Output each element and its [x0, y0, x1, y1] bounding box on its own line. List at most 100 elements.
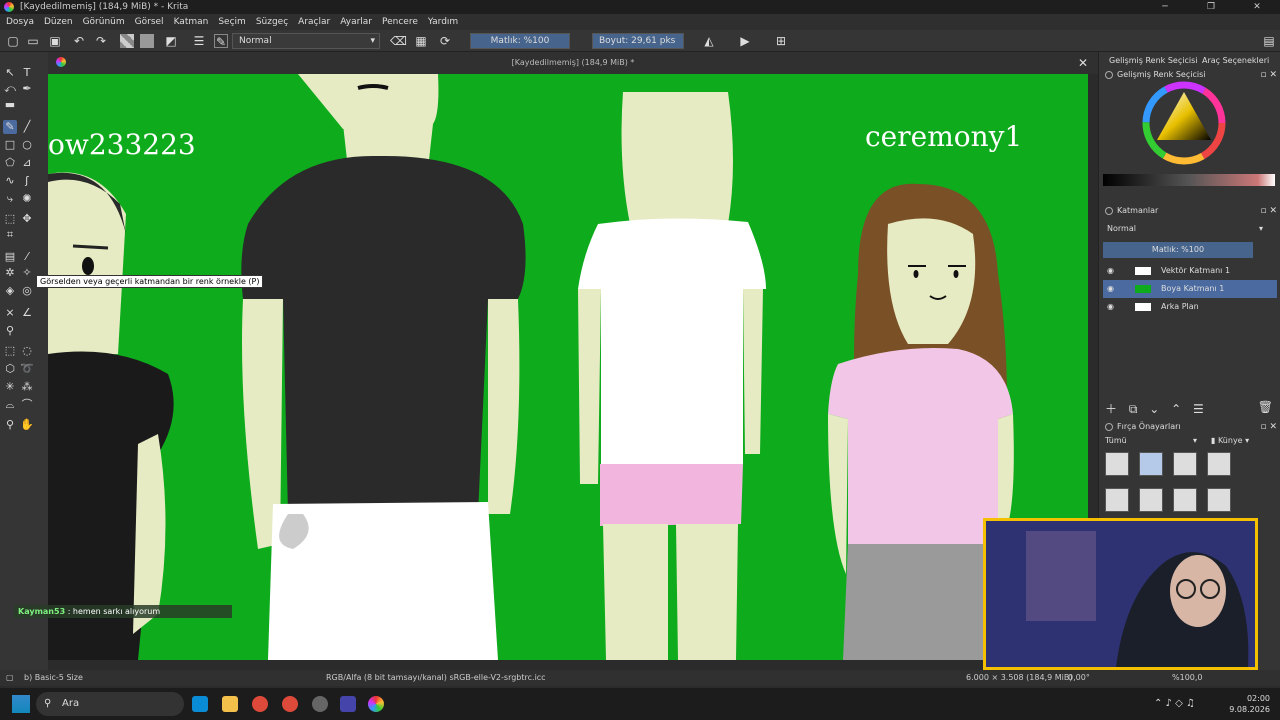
eye-icon[interactable]: ◉: [1107, 298, 1114, 316]
brush-preset[interactable]: [1139, 488, 1163, 512]
status-zoom[interactable]: %100,0: [1172, 673, 1203, 682]
tray-icons[interactable]: ⌃ ♪ ◇ ♫: [1154, 698, 1195, 709]
line-tool-icon[interactable]: ╱: [20, 120, 34, 134]
minimize-button[interactable]: ─: [1142, 0, 1188, 14]
taskbar-search[interactable]: ⚲ Ara: [36, 692, 184, 716]
menu-select[interactable]: Seçim: [218, 17, 245, 27]
save-icon[interactable]: ▣: [48, 34, 62, 48]
select-shape-icon[interactable]: ↖: [3, 66, 17, 80]
brush-preset-icon[interactable]: ✎: [214, 34, 228, 49]
edit-shape-icon[interactable]: ⤺: [3, 82, 17, 96]
reference-tool-icon[interactable]: ⚲: [3, 324, 17, 338]
menu-filter[interactable]: Süzgeç: [256, 17, 288, 27]
transform-tool-icon[interactable]: ⬚: [3, 212, 17, 226]
polygon-select-icon[interactable]: ⬡: [3, 362, 17, 376]
tab-tool-options[interactable]: Araç Seçenekleri: [1202, 56, 1269, 65]
brush-preset[interactable]: [1139, 452, 1163, 476]
file-explorer-icon[interactable]: [222, 696, 238, 712]
color-wheel[interactable]: [1139, 78, 1229, 168]
eraser-icon[interactable]: ⌫: [390, 34, 407, 48]
brush-preset[interactable]: [1173, 452, 1197, 476]
measure-tool-icon[interactable]: ∠: [20, 306, 34, 320]
colorize-mask-icon[interactable]: ✲: [3, 266, 17, 280]
brush-preset[interactable]: [1173, 488, 1197, 512]
opacity-slider[interactable]: Matlık: %100: [470, 33, 570, 49]
lasso-select-icon[interactable]: ➰: [20, 362, 34, 376]
bezier-select-icon[interactable]: ⌓: [3, 398, 17, 412]
drawing-canvas[interactable]: ow233223 ceremony1: [48, 74, 1088, 660]
multibrush-icon[interactable]: ✺: [20, 192, 34, 206]
rect-select-icon[interactable]: ⬚: [3, 344, 17, 358]
panel-controls-icon[interactable]: ▫ ✕: [1260, 420, 1277, 434]
preserve-alpha-icon[interactable]: ▦: [414, 34, 428, 48]
layer-properties-icon[interactable]: ☰: [1193, 402, 1204, 416]
size-slider[interactable]: Boyut: 29,61 pks: [592, 33, 684, 49]
gradient-tool-icon[interactable]: ▤: [3, 250, 17, 264]
brush-preset[interactable]: [1207, 488, 1231, 512]
contiguous-select-icon[interactable]: ✳: [3, 380, 17, 394]
layer-row[interactable]: ◉ Arka Plan: [1103, 298, 1277, 316]
chrome-profile-icon[interactable]: [282, 696, 298, 712]
panel-controls-icon[interactable]: ▫ ✕: [1260, 68, 1277, 82]
brush-icon[interactable]: ▢: [6, 673, 14, 682]
brush-tag-button[interactable]: ▮ Künye ▾: [1211, 436, 1249, 445]
layer-row[interactable]: ◉ Boya Katmanı 1: [1103, 280, 1277, 298]
brush-filter-select[interactable]: Tümü ▾: [1105, 436, 1201, 445]
delete-layer-icon[interactable]: 🗑: [1258, 400, 1273, 414]
brush-preset[interactable]: [1105, 452, 1129, 476]
enclose-fill-icon[interactable]: ◎: [20, 284, 34, 298]
similar-select-icon[interactable]: ⁂: [20, 380, 34, 394]
brush-settings-icon[interactable]: ☰: [192, 34, 206, 48]
maximize-button[interactable]: ❐: [1188, 0, 1234, 14]
edge-icon[interactable]: [192, 696, 208, 712]
eye-icon[interactable]: ◉: [1107, 262, 1114, 280]
move-up-icon[interactable]: ⌃: [1171, 402, 1181, 416]
polygon-tool-icon[interactable]: ⬠: [3, 156, 17, 170]
menu-window[interactable]: Pencere: [382, 17, 418, 27]
move-tool-icon[interactable]: ✥: [20, 212, 34, 226]
fill-tool-icon[interactable]: ◈: [3, 284, 17, 298]
polyline-tool-icon[interactable]: ⊿: [20, 156, 34, 170]
dynamic-brush-icon[interactable]: ⤷: [3, 192, 17, 206]
start-icon[interactable]: [12, 695, 30, 713]
taskbar-clock[interactable]: 02:00 9.08.2026: [1229, 693, 1270, 715]
blend-mode-select[interactable]: Normal ▾: [232, 33, 380, 49]
menu-layer[interactable]: Katman: [174, 17, 209, 27]
menu-tools[interactable]: Araçlar: [298, 17, 330, 27]
assistant-tool-icon[interactable]: ⨯: [3, 306, 17, 320]
text-tool-icon[interactable]: T: [20, 66, 34, 80]
redo-icon[interactable]: ↷: [94, 34, 108, 48]
gradient-icon[interactable]: [120, 34, 134, 48]
krita-taskbar-icon[interactable]: [368, 696, 384, 712]
ellipse-tool-icon[interactable]: ○: [20, 138, 34, 152]
ellipse-select-icon[interactable]: ◌: [20, 344, 34, 358]
rectangle-tool-icon[interactable]: □: [3, 138, 17, 152]
brush-preset[interactable]: [1207, 452, 1231, 476]
obs-icon[interactable]: [312, 696, 328, 712]
app-icon[interactable]: [340, 696, 356, 712]
tab-color-selector[interactable]: Gelişmiş Renk Seçicisi: [1109, 56, 1197, 65]
bezier-tool-icon[interactable]: ∿: [3, 174, 17, 188]
wrap-around-icon[interactable]: ⊞: [774, 34, 788, 48]
color-swap-icon[interactable]: ◩: [164, 34, 178, 48]
pattern-icon[interactable]: [140, 34, 154, 48]
menu-help[interactable]: Yardım: [428, 17, 458, 27]
open-folder-icon[interactable]: ▭: [26, 34, 40, 48]
document-tab-title[interactable]: [Kaydedilmemiş] (184,9 MiB) *: [48, 58, 1098, 67]
panel-controls-icon[interactable]: ▫ ✕: [1260, 204, 1277, 218]
crop-tool-icon[interactable]: ⌗: [3, 228, 17, 242]
new-document-icon[interactable]: ▢: [6, 34, 20, 48]
menu-settings[interactable]: Ayarlar: [340, 17, 372, 27]
menu-view[interactable]: Görünüm: [83, 17, 125, 27]
duplicate-layer-icon[interactable]: ⧉: [1129, 402, 1138, 416]
calligraphy-icon[interactable]: ✒: [20, 82, 34, 96]
color-history-strip[interactable]: [1103, 174, 1275, 186]
pan-tool-icon[interactable]: ✋: [20, 418, 34, 432]
chrome-icon[interactable]: [252, 696, 268, 712]
status-rotation[interactable]: 0,00°: [1068, 673, 1090, 682]
mirror-horizontal-icon[interactable]: ◭: [702, 34, 716, 48]
smart-patch-icon[interactable]: ✧: [20, 266, 34, 280]
menu-file[interactable]: Dosya: [6, 17, 34, 27]
layer-row[interactable]: ◉ Vektör Katmanı 1: [1103, 262, 1277, 280]
mirror-vertical-icon[interactable]: ▶: [738, 34, 752, 48]
